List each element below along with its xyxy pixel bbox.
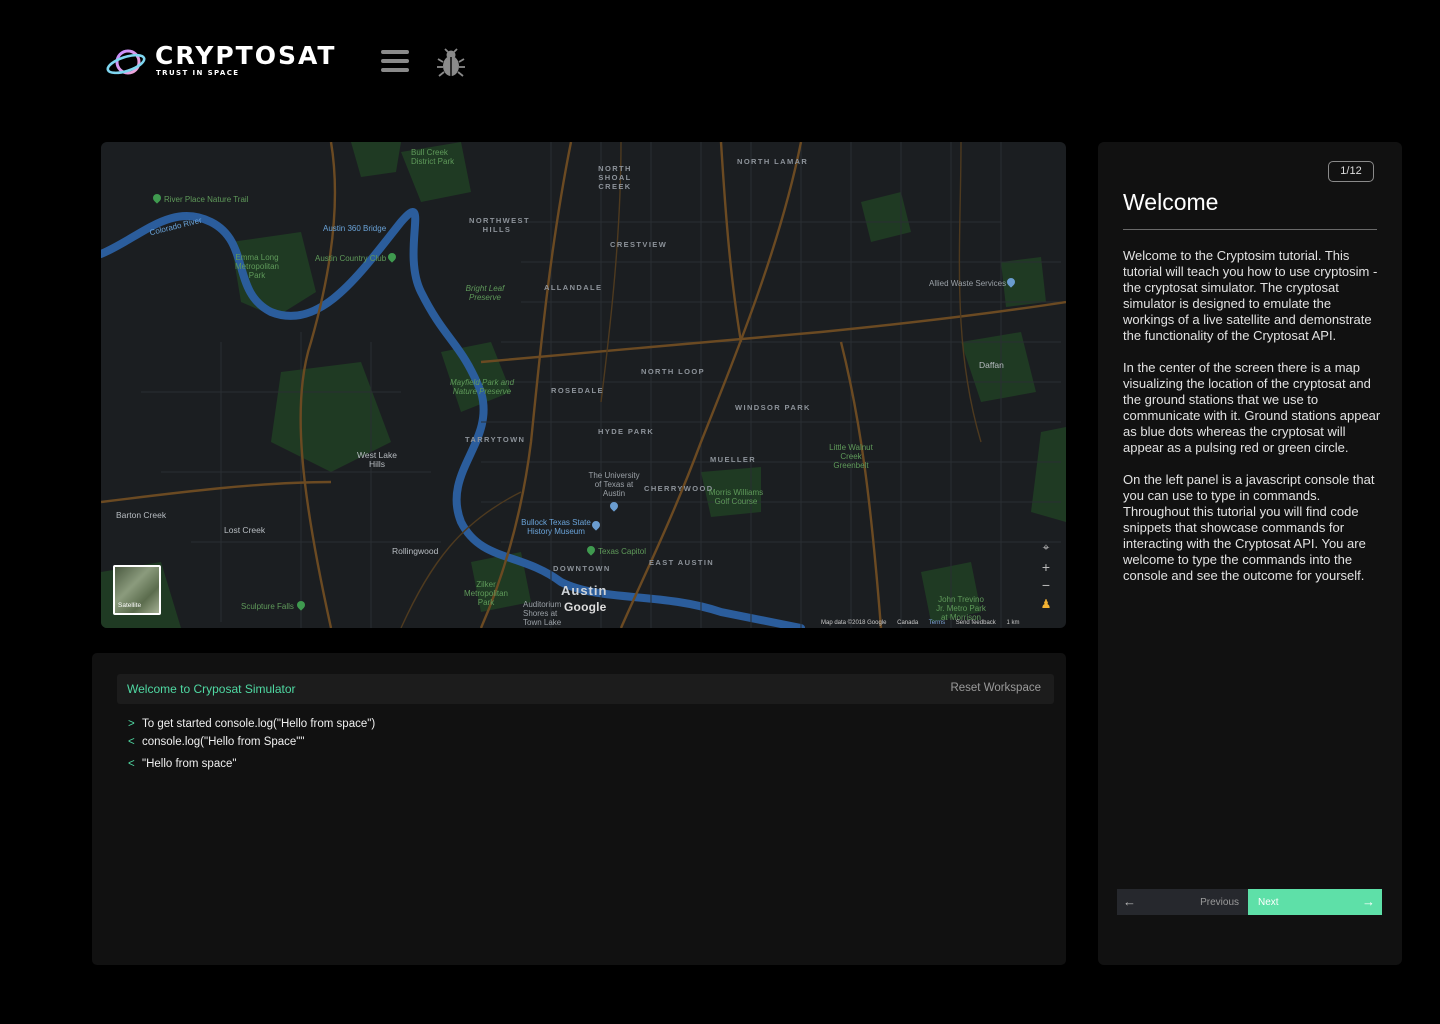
console-line-text: To get started console.log("Hello from s… <box>142 718 376 730</box>
map-district-label: MUELLER <box>710 455 757 464</box>
send-feedback-link[interactable]: Send feedback <box>956 620 996 626</box>
tutorial-paragraph: In the center of the screen there is a m… <box>1123 360 1381 455</box>
map-district-label: ALLANDALE <box>544 283 603 292</box>
reset-workspace-button[interactable]: Reset Workspace <box>950 682 1041 694</box>
map-district-label: CRESTVIEW <box>610 240 668 249</box>
console-line-text: console.log("Hello from Space"" <box>142 736 305 748</box>
map-place-label: Auditorium Shores at Town Lake <box>523 600 562 627</box>
arrow-left-icon: ← <box>1123 894 1136 909</box>
map-place-label: Bullock Texas State History Museum <box>521 518 591 536</box>
map-place-label: Bull Creek District Park <box>411 148 455 166</box>
map-place-label: Texas Capitol <box>598 547 647 556</box>
tutorial-body: Welcome to the Cryptosim tutorial. This … <box>1123 248 1381 600</box>
map-place-label: Zilker Metropolitan Park <box>463 580 509 607</box>
map-place-label: Mayfield Park and Nature Preserve <box>449 378 515 396</box>
map-canvas <box>101 142 1066 628</box>
next-button[interactable]: Next → <box>1248 889 1382 915</box>
map-place-label: Little Walnut Creek Greenbelt <box>829 443 873 470</box>
map-place-label: River Place Nature Trail <box>164 195 249 204</box>
prompt-symbol: < <box>128 758 135 770</box>
brand-name: CRYPTOSAT <box>155 41 337 70</box>
map-place-label: Morris Williams Golf Course <box>708 488 764 506</box>
divider <box>1123 229 1377 230</box>
city-label: Austin <box>561 583 608 598</box>
prompt-symbol: > <box>128 718 135 730</box>
map-place-label: Bright Leaf Preserve <box>465 284 505 302</box>
planet-orbit-icon <box>106 49 146 75</box>
map-place-label: The University of Texas at Austin <box>588 471 640 498</box>
previous-label: Previous <box>1200 897 1239 908</box>
map-district-label: NORTH LOOP <box>641 367 705 376</box>
map-place-label: Emma Long Metropolitan Park <box>234 253 280 280</box>
map-district-label: CHERRYWOOD <box>644 484 714 493</box>
next-label: Next <box>1258 897 1279 908</box>
map-place-label: Daffan <box>979 360 1004 370</box>
step-counter: 1/12 <box>1328 161 1374 182</box>
bug-icon[interactable] <box>435 47 467 79</box>
scale-label: 1 km <box>1006 620 1020 626</box>
pegman-icon[interactable]: ♟ <box>1036 595 1056 613</box>
map-district-label: DOWNTOWN <box>553 564 611 573</box>
map-place-label: Sculpture Falls <box>241 602 294 611</box>
app-header: CRYPTOSAT TRUST IN SPACE <box>0 0 1440 120</box>
satellite-label: Satellite <box>118 602 142 609</box>
prompt-symbol: < <box>128 736 135 748</box>
map-view[interactable]: NORTH SHOAL CREEK NORTH LAMAR NORTHWEST … <box>101 142 1066 628</box>
map-place-label: Austin Country Club <box>315 254 387 263</box>
hamburger-icon[interactable] <box>381 50 411 76</box>
map-place-label: Austin 360 Bridge <box>323 224 387 233</box>
map-place-label: John Trevino Jr. Metro Park at Morrison <box>936 595 986 622</box>
map-district-label: ROSEDALE <box>551 386 604 395</box>
map-district-label: TARRYTOWN <box>465 435 526 444</box>
console-line: > To get started console.log("Hello from … <box>128 718 375 730</box>
map-district-label: EAST AUSTIN <box>649 558 715 567</box>
cryptosat-logo[interactable]: CRYPTOSAT TRUST IN SPACE <box>106 42 346 82</box>
terms-link[interactable]: Terms <box>929 620 945 626</box>
map-region-link[interactable]: Canada <box>897 620 918 626</box>
map-attribution: Map data ©2018 Google Canada Terms Send … <box>821 620 1028 626</box>
tutorial-paragraph: On the left panel is a javascript consol… <box>1123 472 1375 583</box>
satellite-toggle-button[interactable]: Satellite <box>113 565 161 615</box>
map-place-label: West Lake Hills <box>356 450 397 469</box>
console-title: Welcome to Cryposat Simulator <box>127 682 296 696</box>
arrow-right-icon: → <box>1362 894 1375 909</box>
map-data-credit: Map data ©2018 Google <box>821 620 887 626</box>
map-district-label: WINDSOR PARK <box>735 403 811 412</box>
tutorial-panel: 1/12 Welcome Welcome to the Cryptosim tu… <box>1098 142 1402 965</box>
map-place-label: Lost Creek <box>224 525 266 535</box>
console-line-text: "Hello from space" <box>142 758 237 770</box>
locate-icon[interactable]: ⌖ <box>1036 538 1056 556</box>
zoom-in-button[interactable]: + <box>1036 558 1056 576</box>
google-logo: Google <box>564 600 607 614</box>
console-line: < "Hello from space" <box>128 758 236 770</box>
tutorial-paragraph: Welcome to the Cryptosim tutorial. This … <box>1123 248 1378 343</box>
brand-tagline: TRUST IN SPACE <box>156 69 240 77</box>
console-line: < console.log("Hello from Space"" <box>128 736 304 748</box>
map-place-label: Allied Waste Services <box>929 279 1007 288</box>
map-district-label: NORTH SHOAL CREEK <box>598 164 632 191</box>
tutorial-nav: ← Previous Next → <box>1117 889 1382 915</box>
map-place-label: Rollingwood <box>392 546 439 556</box>
zoom-out-button[interactable]: − <box>1036 576 1056 594</box>
map-district-label: NORTH LAMAR <box>737 157 809 166</box>
console-header: Welcome to Cryposat Simulator Reset Work… <box>117 674 1054 704</box>
js-console[interactable]: Welcome to Cryposat Simulator Reset Work… <box>92 653 1066 965</box>
previous-button[interactable]: ← Previous <box>1117 889 1248 915</box>
map-district-label: HYDE PARK <box>598 427 655 436</box>
map-place-label: Barton Creek <box>116 510 167 520</box>
tutorial-title: Welcome <box>1123 189 1219 215</box>
map-district-label: NORTHWEST HILLS <box>469 216 530 234</box>
